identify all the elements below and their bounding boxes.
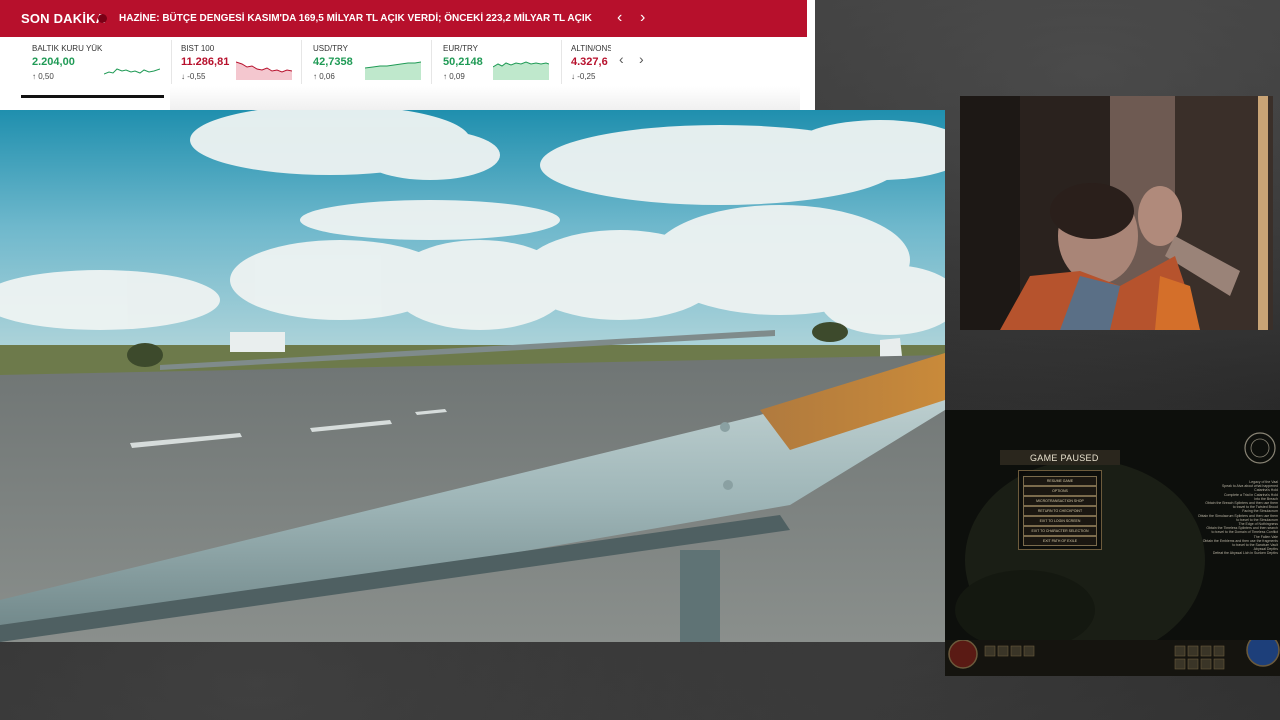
market-change: ↓ -0,55 [181,72,206,81]
video-scene-image [0,110,945,642]
market-name: EUR/TRY [443,44,478,53]
breaking-news-label: SON DAKİKA [21,11,106,26]
quest-tracker: Legacy of the Vaal Speak to Alva about w… [1160,480,1278,630]
divider [431,40,432,84]
pause-menu: RESUME GAME OPTIONS MICROTRANSACTION SHO… [1018,470,1102,550]
active-tab-indicator [21,95,164,98]
breaking-news-bar: SON DAKİKA HAZİNE: BÜTÇE DENGESİ KASIM'D… [0,0,807,37]
game-paused-title: GAME PAUSED [1030,453,1099,463]
mana-orb-icon [1246,640,1280,667]
market-change: ↓ -0,25 [571,72,596,81]
divider [301,40,302,84]
market-name: BIST 100 [181,44,215,53]
content-placeholder [170,86,800,110]
market-value: 50,2148 [443,56,483,68]
game-window: GAME PAUSED RESUME GAME OPTIONS MICROTRA… [945,410,1280,676]
market-prev-button[interactable]: ‹ [619,51,624,67]
return-to-checkpoint-button[interactable]: RETURN TO CHECKPOINT [1023,506,1097,516]
market-change: ↑ 0,09 [443,72,465,81]
market-name: ALTIN/ONS [571,44,611,53]
divider [561,40,562,84]
breaking-prev-button[interactable]: ‹ [617,9,622,27]
market-item-gold[interactable]: ALTIN/ONS 4.327,6 ↓ -0,25 [571,44,611,88]
video-frame [0,110,945,642]
microtransaction-shop-button[interactable]: MICROTRANSACTION SHOP [1023,496,1097,506]
sparkline-chart [493,61,549,80]
streamer-webcam-image [960,96,1273,330]
news-website-panel: SON DAKİKA HAZİNE: BÜTÇE DENGESİ KASIM'D… [0,0,815,110]
market-item-usdtry[interactable]: USD/TRY 42,7358 ↑ 0,06 [313,44,441,88]
market-value: 11.286,81 [181,56,230,68]
game-action-bar [945,640,1280,676]
market-next-button[interactable]: › [639,51,644,67]
market-value: 42,7358 [313,56,353,68]
resume-game-button[interactable]: RESUME GAME [1023,476,1097,486]
market-change: ↑ 0,06 [313,72,335,81]
market-change: ↑ 0,50 [32,72,54,81]
life-orb-icon [948,640,978,669]
market-value: 2.204,00 [32,56,75,68]
breaking-headline-link[interactable]: HAZİNE: BÜTÇE DENGESİ KASIM'DA 169,5 MİL… [119,13,592,24]
market-value: 4.327,6 [571,56,608,68]
market-ticker: BALTIK KURU YÜK 2.204,00 ↑ 0,50 BIST 100… [0,37,815,89]
sparkline-chart [365,61,421,80]
breaking-next-button[interactable]: › [640,9,645,27]
webcam-feed [960,96,1273,330]
market-item-baltic[interactable]: BALTIK KURU YÜK 2.204,00 ↑ 0,50 [32,44,160,88]
exit-game-button[interactable]: EXIT PATH OF EXILE [1023,536,1097,546]
sparkline-chart [236,61,292,80]
exit-to-character-selection-button[interactable]: EXIT TO CHARACTER SELECTION [1023,526,1097,536]
quest-entry: Defeat the Abyssal Lich in Sunken Depths [1212,551,1278,556]
live-dot-icon [98,14,107,23]
market-item-bist100[interactable]: BIST 100 11.286,81 ↓ -0,55 [181,44,309,88]
divider [171,40,172,84]
sparkline-chart [104,68,160,75]
market-name: BALTIK KURU YÜK [32,44,103,53]
market-item-eurtry[interactable]: EUR/TRY 50,2148 ↑ 0,09 [443,44,571,88]
options-button[interactable]: OPTIONS [1023,486,1097,496]
market-name: USD/TRY [313,44,348,53]
exit-to-login-button[interactable]: EXIT TO LOGIN SCREEN [1023,516,1097,526]
